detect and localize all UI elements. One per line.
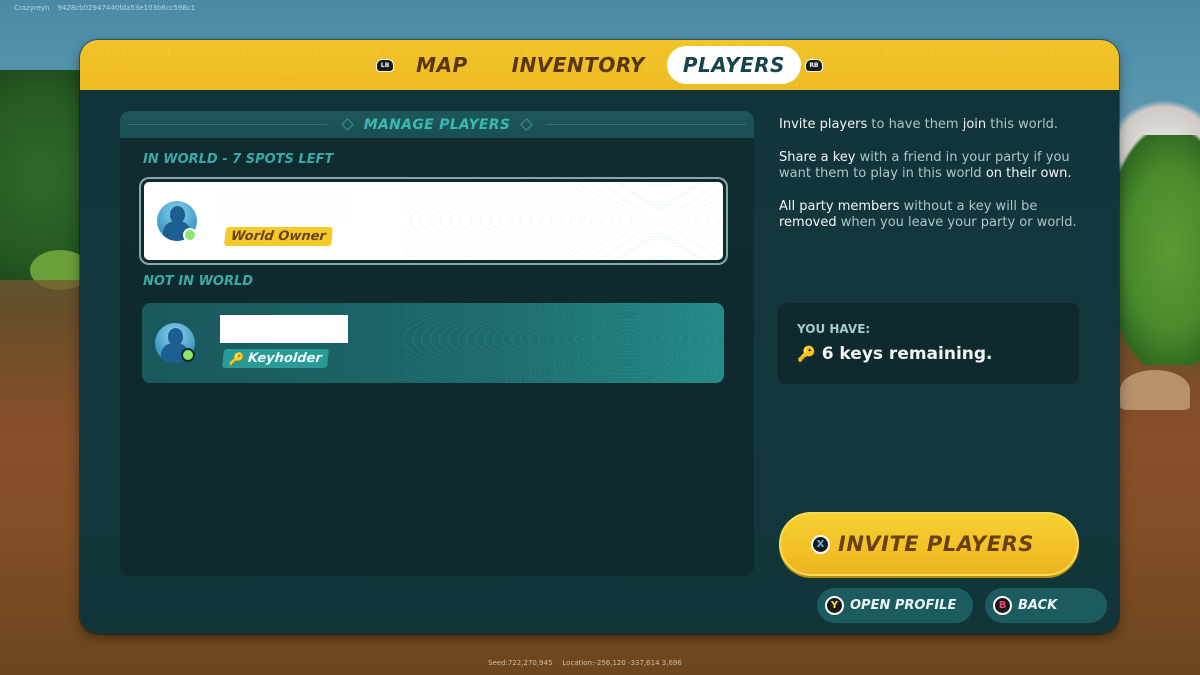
contour-pattern — [403, 303, 724, 383]
rb-bumper-icon[interactable]: RB — [804, 58, 823, 72]
background-rock — [1120, 370, 1190, 410]
in-world-label: IN WORLD - 7 SPOTS LEFT — [143, 152, 334, 167]
player-row-owner[interactable]: World Owner — [141, 179, 726, 263]
divider — [547, 124, 747, 125]
username-text: Crazyreyn — [14, 4, 50, 12]
debug-overlay-bottom: Seed:722,270,945 Location:-256,120 -337,… — [488, 659, 682, 667]
info-text: Invite players to have them join this wo… — [779, 117, 1089, 248]
role-label: Keyholder — [247, 351, 323, 366]
location-text: Location:-256,120 -337,614 3,696 — [562, 659, 682, 667]
tab-map[interactable]: MAP — [402, 46, 482, 84]
back-label: BACK — [1018, 598, 1058, 613]
role-label: World Owner — [230, 229, 327, 244]
players-panel: LB MAP INVENTORY PLAYERS RB MANAGE PLAYE… — [80, 40, 1119, 634]
online-status-icon — [181, 348, 195, 362]
diamond-ornament-icon — [340, 118, 354, 131]
lb-bumper-icon[interactable]: LB — [376, 58, 395, 72]
info-paragraph: Invite players to have them join this wo… — [779, 117, 1059, 132]
invite-players-label: INVITE PLAYERS — [838, 532, 1034, 556]
keyholder-badge: 🔑 Keyholder — [222, 349, 329, 368]
divider — [128, 124, 327, 125]
session-id-text: 9428cb02947440fda53e103b6cc598c1 — [57, 4, 196, 12]
background-tree-right — [1110, 135, 1200, 365]
open-profile-button[interactable]: Y OPEN PROFILE — [817, 588, 973, 623]
seed-text: Seed:722,270,945 — [488, 659, 553, 667]
not-in-world-label: NOT IN WORLD — [143, 274, 254, 289]
keys-value: 🔑 6 keys remaining. — [797, 344, 993, 364]
back-button[interactable]: B BACK — [985, 588, 1107, 623]
player-name — [222, 194, 350, 222]
key-icon: 🔑 — [797, 345, 816, 363]
x-button-icon: X — [811, 534, 830, 554]
contour-pattern — [404, 182, 723, 260]
debug-overlay-top: Crazyreyn 9428cb02947440fda53e103b6cc598… — [14, 4, 195, 12]
invite-players-button[interactable]: X INVITE PLAYERS — [779, 512, 1079, 576]
tab-bar: LB MAP INVENTORY PLAYERS RB — [80, 40, 1119, 90]
keys-remaining-text: 6 keys remaining. — [821, 344, 993, 364]
keys-remaining-box: YOU HAVE: 🔑 6 keys remaining. — [778, 303, 1079, 384]
tab-inventory[interactable]: INVENTORY — [498, 46, 659, 84]
keys-label: YOU HAVE: — [797, 322, 871, 336]
manage-players-title: MANAGE PLAYERS — [363, 116, 511, 133]
info-paragraph: Share a key with a friend in your party … — [779, 150, 1072, 181]
player-name — [220, 315, 348, 343]
tab-players[interactable]: PLAYERS — [666, 46, 801, 84]
info-paragraph: All party members without a key will be … — [779, 199, 1077, 230]
key-icon: 🔑 — [228, 351, 245, 366]
manage-players-header: MANAGE PLAYERS — [120, 111, 754, 138]
online-status-icon — [183, 228, 197, 242]
diamond-ornament-icon — [520, 118, 534, 131]
manage-players-list: MANAGE PLAYERS IN WORLD - 7 SPOTS LEFT W… — [120, 111, 754, 576]
world-owner-badge: World Owner — [224, 227, 333, 246]
player-row-keyholder[interactable]: 🔑 Keyholder — [142, 303, 724, 383]
open-profile-label: OPEN PROFILE — [850, 598, 957, 613]
b-button-icon: B — [993, 596, 1012, 615]
y-button-icon: Y — [825, 596, 844, 615]
